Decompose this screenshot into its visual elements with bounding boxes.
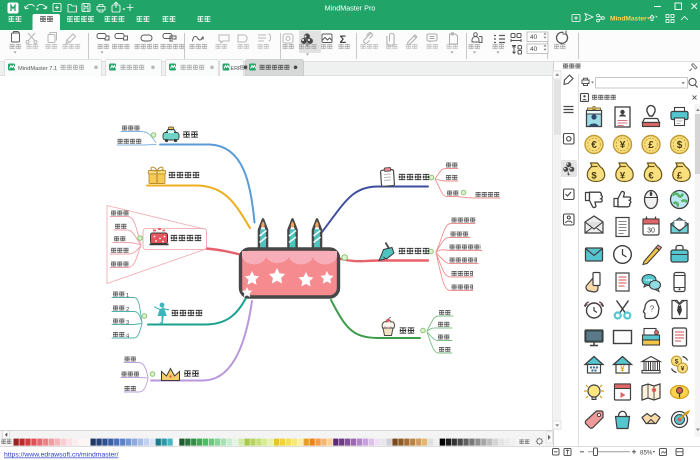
svg-text:MindMaster 7.1: MindMaster 7.1 <box>18 66 57 72</box>
svg-text:€: € <box>648 171 654 182</box>
svg-text:£: £ <box>648 140 654 151</box>
svg-text:30: 30 <box>647 228 655 235</box>
svg-text:?: ? <box>650 305 655 314</box>
svg-text:$: $ <box>591 171 597 182</box>
svg-text:¥: ¥ <box>620 365 625 374</box>
svg-text:¥: ¥ <box>681 366 685 373</box>
svg-text:40: 40 <box>530 46 538 53</box>
svg-text:3: 3 <box>126 320 129 326</box>
svg-text:$: $ <box>675 359 679 366</box>
svg-text:¥: ¥ <box>620 140 626 151</box>
svg-text:https://www.edrawsoft.cn/mindm: https://www.edrawsoft.cn/mindmaster/ <box>4 452 119 459</box>
svg-text:40: 40 <box>530 34 538 41</box>
svg-text:2: 2 <box>126 307 129 313</box>
svg-text:MindMaster Pro: MindMaster Pro <box>325 4 376 13</box>
svg-text:85%: 85% <box>640 450 653 457</box>
svg-text:1: 1 <box>126 293 129 299</box>
svg-text:¥: ¥ <box>620 171 626 182</box>
svg-text:MindMaster: MindMaster <box>610 16 647 23</box>
svg-text:£: £ <box>677 171 683 182</box>
svg-text:$: $ <box>677 140 683 151</box>
svg-text:€: € <box>591 140 597 151</box>
